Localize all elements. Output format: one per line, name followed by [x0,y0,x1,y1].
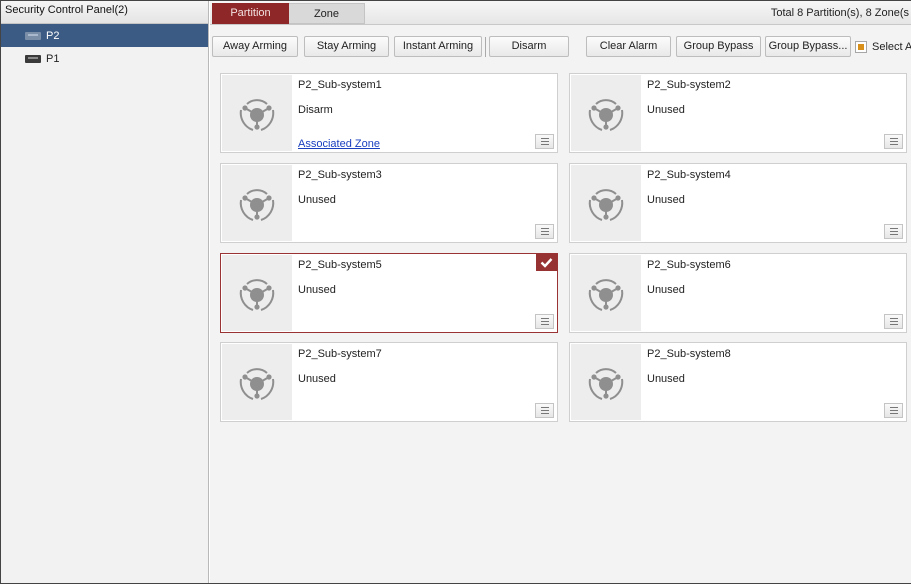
window-frame [0,0,911,584]
